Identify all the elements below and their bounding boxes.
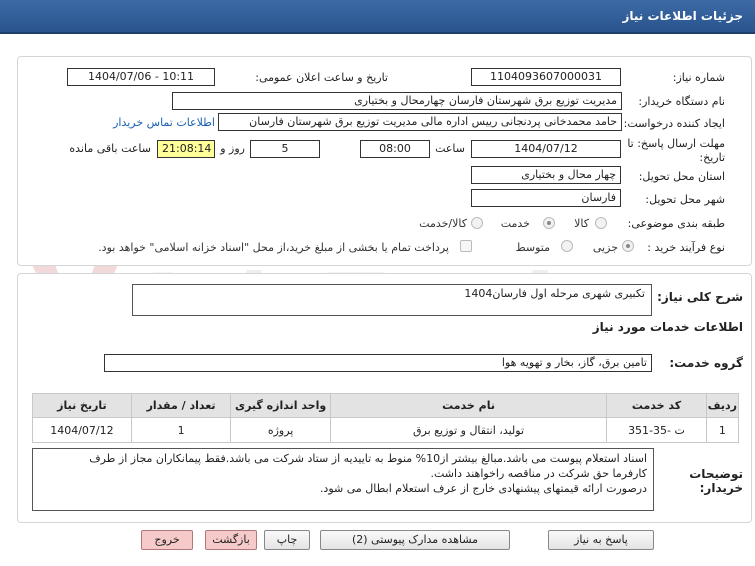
need-info-panel [17, 56, 752, 266]
announce-label: تاریخ و ساعت اعلان عمومی: [255, 71, 388, 84]
deadline-time-label: ساعت [435, 142, 465, 155]
col-header-service-name: نام خدمت [329, 393, 608, 418]
process-radio-medium[interactable] [561, 240, 573, 252]
deadline-label: مهلت ارسال پاسخ: تا [627, 137, 725, 150]
process-radio-minor[interactable] [622, 240, 634, 252]
buyer-org-label: نام دستگاه خریدار: [638, 95, 725, 108]
col-header-service-code: کد خدمت [606, 393, 707, 418]
table-row: 1 ت -35-351 تولید، انتقال و توزیع برق پر… [32, 417, 740, 443]
treasury-checkbox[interactable] [460, 240, 472, 252]
page-header: جزئیات اطلاعات نیاز [0, 0, 755, 34]
process-label: نوع فرآیند خرید : [647, 241, 725, 254]
buyer-contact-link[interactable]: اطلاعات تماس خریدار [113, 116, 215, 129]
province-label: استان محل تحویل: [638, 170, 725, 183]
city-field: فارسان [471, 189, 621, 207]
buyer-org-field: مدیریت توزیع برق شهرستان فارسان چهارمحال… [172, 92, 622, 110]
treasury-payment-note: پرداخت تمام یا بخشی از مبلغ خرید،از محل … [98, 241, 449, 254]
view-attachments-button[interactable]: مشاهده مدارک پیوستی (2) [320, 530, 510, 550]
col-header-unit: واحد اندازه گیری [230, 393, 331, 418]
days-label: روز و [220, 142, 245, 155]
province-field: چهار محال و بختیاری [471, 166, 621, 184]
deadline-label-2: تاریخ: [699, 151, 725, 164]
buyer-notes-line: اسناد استعلام پیوست می باشد.مبالغ بیشتر … [89, 452, 647, 465]
buyer-notes-label-2: خریدار: [699, 481, 743, 495]
services-table: ردیف کد خدمت نام خدمت واحد اندازه گیری ت… [32, 393, 740, 443]
print-button[interactable]: چاپ [264, 530, 310, 550]
cell-row-number: 1 [705, 417, 740, 443]
category-option-service: خدمت [500, 217, 530, 230]
col-header-row: ردیف [705, 393, 740, 418]
exit-button[interactable]: خروج [141, 530, 193, 550]
buyer-notes-line: درصورت ارائه قیمتهای پیشنهادی خارج از عر… [319, 482, 647, 495]
cell-quantity: 1 [130, 417, 232, 443]
cell-unit: پروژه [230, 417, 331, 443]
summary-textarea[interactable]: تکبیری شهری مرحله اول فارسان1404 [132, 284, 652, 316]
cell-need-date: 1404/07/12 [32, 417, 132, 443]
page-title: جزئیات اطلاعات نیاز [622, 9, 743, 23]
category-radio-goods-service[interactable] [471, 217, 483, 229]
category-option-goods-service: کالا/خدمت [419, 217, 467, 230]
days-remaining-field: 5 [250, 140, 320, 158]
buyer-notes-textarea[interactable]: اسناد استعلام پیوست می باشد.مبالغ بیشتر … [32, 448, 654, 511]
category-radio-service[interactable] [543, 217, 555, 229]
deadline-time-field: 08:00 [360, 140, 430, 158]
announce-field: 1404/07/06 - 10:11 [67, 68, 215, 86]
need-number-field: 1104093607000031 [471, 68, 621, 86]
process-option-medium: متوسط [515, 241, 550, 254]
buyer-notes-line: کارفرما حق شرکت در مناقصه راخواهند داشت. [430, 467, 648, 480]
city-label: شهر محل تحویل: [645, 193, 725, 206]
services-section-title: اطلاعات خدمات مورد نیاز [592, 320, 743, 334]
remaining-time-label: ساعت باقی مانده [69, 142, 151, 155]
service-group-field: تامین برق، گاز، بخار و تهویه هوا [104, 354, 652, 372]
buyer-notes-label: توضیحات [689, 467, 743, 481]
requester-field: حامد محمدخانی پردنجانی رییس اداره مالی م… [218, 113, 622, 131]
cell-service-name: تولید، انتقال و توزیع برق [329, 417, 608, 443]
cell-service-code: ت -35-351 [606, 417, 707, 443]
col-header-need-date: تاریخ نیاز [32, 393, 132, 418]
need-number-label: شماره نیاز: [672, 71, 725, 84]
service-group-label: گروه خدمت: [669, 356, 743, 370]
reply-button[interactable]: پاسخ به نیاز [548, 530, 654, 550]
remaining-time-field: 21:08:14 [157, 140, 215, 158]
back-button[interactable]: بازگشت [205, 530, 257, 550]
category-option-goods: کالا [574, 217, 589, 230]
deadline-date-field: 1404/07/12 [471, 140, 621, 158]
summary-label: شرح کلی نیاز: [657, 290, 743, 304]
category-radio-goods[interactable] [595, 217, 607, 229]
category-label: طبقه بندی موضوعی: [627, 217, 725, 230]
services-table-header: ردیف کد خدمت نام خدمت واحد اندازه گیری ت… [32, 393, 740, 418]
col-header-quantity: تعداد / مقدار [130, 393, 232, 418]
process-option-minor: جزیی [592, 241, 618, 254]
requester-label: ایجاد کننده درخواست: [623, 117, 725, 130]
